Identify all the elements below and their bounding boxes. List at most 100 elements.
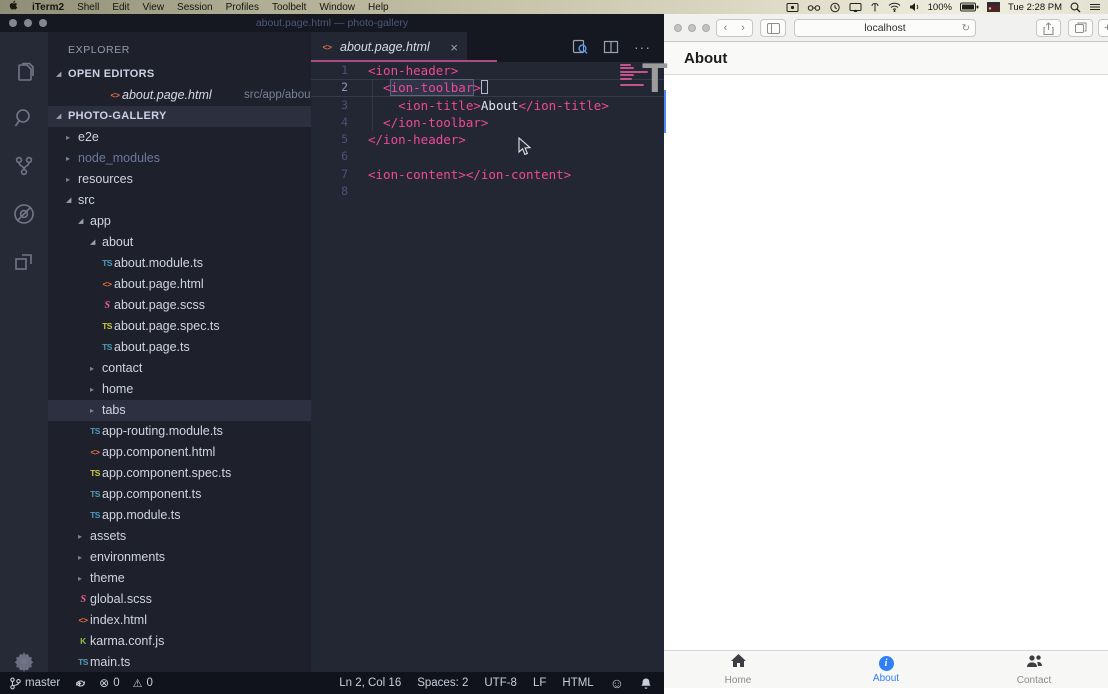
time-machine-icon[interactable] [829,2,841,13]
split-editor-icon[interactable] [603,39,619,55]
code-line-4[interactable]: 4 </ion-toolbar> [311,114,664,131]
share-button[interactable] [1036,19,1061,37]
tree-folder-src[interactable]: ◢src [48,190,311,211]
code-line-1[interactable]: 1<ion-header> [311,62,664,79]
line-number: 2 [311,79,348,96]
search-icon[interactable] [12,106,36,130]
debug-icon[interactable] [12,202,36,226]
screen-record-icon[interactable] [786,2,799,13]
code-line-2[interactable]: 2 <ion-toolbar> [311,79,664,96]
tree-folder-node_modules[interactable]: ▸node_modules [48,148,311,169]
volume-icon[interactable] [909,2,920,12]
tree-item-label: assets [90,526,126,547]
source-control-icon[interactable] [12,154,36,178]
feedback-smiley-icon[interactable]: ☺ [610,675,624,691]
tree-file-app.component.spec.ts[interactable]: TSapp.component.spec.ts [48,463,311,484]
tree-file-about.page.ts[interactable]: TSabout.page.ts [48,337,311,358]
close-tab-icon[interactable]: × [450,40,458,55]
airplay-display-icon[interactable] [849,2,862,13]
zoom-window-button[interactable] [702,24,710,32]
tree-file-karma.conf.js[interactable]: Kkarma.conf.js [48,631,311,652]
extensions-icon[interactable] [12,250,36,274]
menu-item-shell[interactable]: Shell [77,2,99,13]
back-button[interactable]: ‹ [716,19,735,37]
project-section-header[interactable]: ◢ PHOTO-GALLERY [48,106,311,127]
open-preview-icon[interactable] [572,39,588,55]
tree-file-about.module.ts[interactable]: TSabout.module.ts [48,253,311,274]
errors-indicator[interactable]: ⊗ 0 [99,676,119,690]
cursor-position-indicator[interactable]: Ln 2, Col 16 [339,677,401,689]
ion-tab-about[interactable]: iAbout [812,651,960,688]
menu-clock[interactable]: Tue 2:28 PM [1008,2,1062,13]
code-line-8[interactable]: 8 [311,183,664,200]
menu-item-window[interactable]: Window [319,2,355,13]
address-bar[interactable]: localhost ↻ [794,19,976,37]
indentation-indicator[interactable]: Spaces: 2 [417,677,468,689]
new-tab-button[interactable]: + [1098,19,1108,37]
open-editor-item[interactable]: <> about.page.html src/app/about [48,85,311,106]
minimize-window-button[interactable] [688,24,696,32]
tree-folder-environments[interactable]: ▸environments [48,547,311,568]
tree-file-app-routing.module.ts[interactable]: TSapp-routing.module.ts [48,421,311,442]
language-indicator[interactable]: HTML [562,677,593,689]
menu-item-view[interactable]: View [143,2,165,13]
warnings-indicator[interactable]: ⚠ 0 [133,677,153,690]
tree-file-app.component.ts[interactable]: TSapp.component.ts [48,484,311,505]
tree-file-index.html[interactable]: <>index.html [48,610,311,631]
ion-tab-contact[interactable]: Contact [960,651,1108,688]
encoding-indicator[interactable]: UTF-8 [484,677,517,689]
tree-folder-app[interactable]: ◢app [48,211,311,232]
sync-icon[interactable] [73,677,86,690]
tree-file-app.module.ts[interactable]: TSapp.module.ts [48,505,311,526]
tab-overview-button[interactable] [1068,19,1093,37]
settings-gear-icon[interactable] [12,649,36,673]
tree-folder-contact[interactable]: ▸contact [48,358,311,379]
tree-folder-resources[interactable]: ▸resources [48,169,311,190]
menu-item-toolbelt[interactable]: Toolbelt [272,2,306,13]
spotlight-icon[interactable] [1070,2,1081,13]
eol-indicator[interactable]: LF [533,677,546,689]
fan-icon[interactable] [870,2,880,13]
menu-item-help[interactable]: Help [368,2,389,13]
code-line-3[interactable]: 3 <ion-title>About</ion-title> [311,97,664,114]
more-actions-icon[interactable]: ··· [634,39,651,55]
code-editor[interactable]: 1<ion-header>2 <ion-toolbar>3 <ion-title… [311,62,664,672]
code-line-6[interactable]: 6 [311,148,664,165]
sidebar-toggle-button[interactable] [760,19,786,37]
open-editors-section-header[interactable]: ◢ OPEN EDITORS [48,64,311,85]
input-flag-icon[interactable] [987,2,1000,12]
tree-folder-tabs[interactable]: ▸tabs [48,400,311,421]
tree-file-about.page.spec.ts[interactable]: TSabout.page.spec.ts [48,316,311,337]
tree-file-global.scss[interactable]: Sglobal.scss [48,589,311,610]
tree-item-label: e2e [78,127,99,148]
tree-folder-e2e[interactable]: ▸e2e [48,127,311,148]
vscode-title-bar[interactable]: about.page.html — photo-gallery [0,14,664,32]
tab-about-page-html[interactable]: <> about.page.html × [311,32,467,62]
code-line-5[interactable]: 5</ion-header> [311,131,664,148]
menu-item-profiles[interactable]: Profiles [226,2,259,13]
tree-folder-home[interactable]: ▸home [48,379,311,400]
ion-tab-home[interactable]: Home [664,651,812,688]
tree-file-about.page.scss[interactable]: Sabout.page.scss [48,295,311,316]
battery-icon[interactable] [960,2,979,12]
menu-item-session[interactable]: Session [177,2,213,13]
tree-folder-about[interactable]: ◢about [48,232,311,253]
close-window-button[interactable] [674,24,682,32]
tree-folder-theme[interactable]: ▸theme [48,568,311,589]
tree-file-app.component.html[interactable]: <>app.component.html [48,442,311,463]
apple-menu-icon[interactable] [9,0,19,14]
reload-icon[interactable]: ↻ [962,23,970,34]
wifi-icon[interactable] [888,2,901,12]
tree-file-main.ts[interactable]: TSmain.ts [48,652,311,672]
tree-folder-assets[interactable]: ▸assets [48,526,311,547]
notifications-bell-icon[interactable] [640,677,652,690]
code-line-7[interactable]: 7<ion-content></ion-content> [311,166,664,183]
glasses-icon[interactable] [807,2,821,13]
menu-item-edit[interactable]: Edit [112,2,129,13]
git-branch-indicator[interactable]: master [10,677,60,690]
explorer-icon[interactable] [12,61,36,85]
tree-file-about.page.html[interactable]: <>about.page.html [48,274,311,295]
forward-button[interactable]: › [734,19,753,37]
notification-center-icon[interactable] [1089,2,1101,12]
menu-item-iterm2[interactable]: iTerm2 [32,2,64,13]
